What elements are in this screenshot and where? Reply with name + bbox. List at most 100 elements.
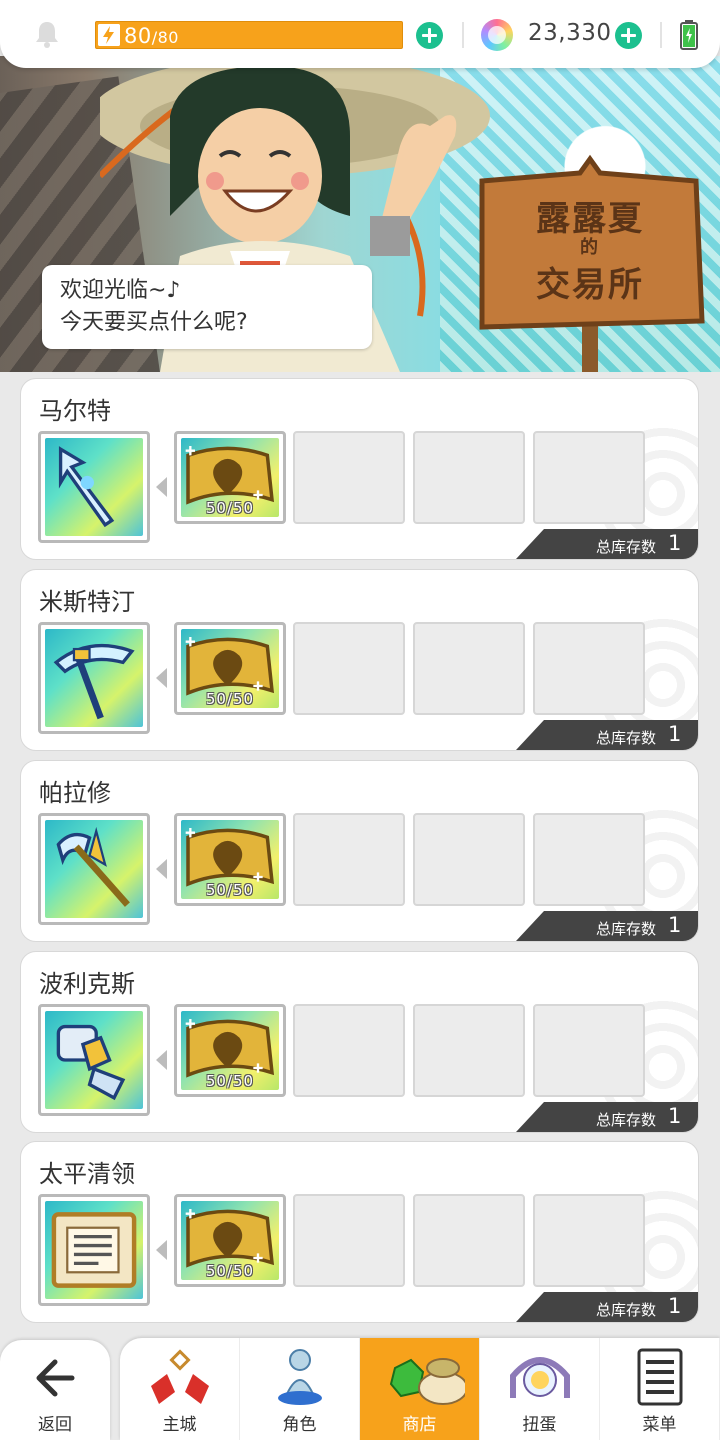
exchange-arrow-icon: [156, 859, 167, 879]
shop-item-card[interactable]: 米斯特汀 50/50 总库存数 1: [20, 569, 699, 751]
cost-item-art: 50/50: [181, 438, 279, 517]
shop-signboard: 露露夏 的 交易所: [470, 151, 710, 372]
empty-cost-slot: [533, 1004, 645, 1097]
reward-item-art: [45, 820, 143, 918]
shop-item-card[interactable]: 太平清领 50/50 总库存数 1: [20, 1141, 699, 1323]
speech-line-2: 今天要买点什么呢?: [60, 310, 248, 335]
stock-label: 总库存数: [596, 729, 657, 747]
nav-item-menu[interactable]: 菜单: [600, 1338, 720, 1440]
nav-item-main-city[interactable]: 主城: [120, 1338, 240, 1440]
axe-staff-icon: [56, 826, 130, 907]
castle-icon: [151, 1349, 209, 1404]
nav-label-menu: 菜单: [642, 1415, 677, 1435]
bell-icon[interactable]: [34, 20, 60, 48]
reward-item-slot[interactable]: [38, 1194, 150, 1306]
stamina-max: /80: [151, 28, 179, 47]
cost-count: 50/50: [205, 690, 255, 708]
nav-label-shop: 商店: [402, 1415, 437, 1435]
nav-item-shop[interactable]: 商店: [360, 1338, 480, 1440]
stock-value: 1: [668, 913, 682, 937]
item-name: 马尔特: [39, 397, 111, 425]
item-name: 帕拉修: [39, 779, 111, 807]
stock-label: 总库存数: [596, 1111, 657, 1129]
sign-title-line-3: 交易所: [536, 265, 644, 305]
exchange-arrow-icon: [156, 1050, 167, 1070]
stock-value: 1: [668, 1294, 682, 1318]
empty-cost-slot: [533, 622, 645, 715]
gauntlet-icon: [56, 1024, 126, 1101]
shopkeeper-speech-bubble: 欢迎光临~♪ 今天要买点什么呢?: [42, 265, 372, 349]
lightning-icon: [98, 24, 120, 46]
empty-cost-slot: [293, 1004, 405, 1097]
add-stamina-button[interactable]: [416, 22, 443, 49]
shop-banner: 欢迎光临~♪ 今天要买点什么呢? 露露夏 的 交易所: [0, 56, 720, 372]
reward-item-slot[interactable]: [38, 1004, 150, 1116]
cost-count: 50/50: [205, 881, 255, 899]
reward-item-slot[interactable]: [38, 813, 150, 925]
empty-cost-slot: [413, 813, 525, 906]
gem-count: 23,330: [528, 20, 612, 46]
stamina-current: 80: [124, 24, 152, 48]
cost-item-art: 50/50: [181, 629, 279, 708]
scroll-icon: [51, 1212, 137, 1288]
exchange-arrow-icon: [156, 1240, 167, 1260]
battery-icon: [680, 20, 698, 50]
top-status-bar: 80/80 23,330: [0, 0, 720, 68]
divider: [660, 22, 662, 48]
reward-item-art: [45, 629, 143, 727]
item-name: 米斯特汀: [39, 588, 135, 616]
spear-icon: [58, 446, 115, 528]
nav-label-gacha: 扭蛋: [522, 1415, 557, 1435]
stamina-bar: 80/80: [95, 21, 403, 49]
cost-item-art: 50/50: [181, 1201, 279, 1280]
reward-item-slot[interactable]: [38, 622, 150, 734]
empty-cost-slot: [293, 431, 405, 524]
item-name: 太平清领: [39, 1160, 135, 1188]
empty-cost-slot: [293, 1194, 405, 1287]
empty-cost-slot: [293, 622, 405, 715]
empty-cost-slot: [413, 1004, 525, 1097]
cost-item-art: 50/50: [181, 1011, 279, 1090]
empty-cost-slot: [533, 813, 645, 906]
back-button[interactable]: 返回: [0, 1340, 110, 1440]
stock-label: 总库存数: [596, 920, 657, 938]
cost-count: 50/50: [205, 1262, 255, 1280]
reward-item-art: [45, 1201, 143, 1299]
reward-item-art: [45, 438, 143, 536]
menu-list-icon: [637, 1348, 683, 1406]
shop-icon: [389, 1358, 465, 1405]
back-label: 返回: [38, 1415, 72, 1435]
cost-count: 50/50: [205, 1072, 255, 1090]
shop-item-card[interactable]: 马尔特 50/50 总库存数 1: [20, 378, 699, 560]
bottom-navigation: 主城 角色 商店 扭蛋 菜单: [120, 1338, 720, 1440]
exchange-arrow-icon: [156, 477, 167, 497]
empty-cost-slot: [413, 1194, 525, 1287]
nav-label-main-city: 主城: [162, 1415, 197, 1435]
cost-item-slot[interactable]: 50/50: [174, 1194, 286, 1287]
empty-cost-slot: [413, 622, 525, 715]
cost-count: 50/50: [205, 499, 255, 517]
cost-item-slot[interactable]: 50/50: [174, 813, 286, 906]
stock-badge: 总库存数 1: [516, 1292, 698, 1322]
empty-cost-slot: [293, 813, 405, 906]
stock-badge: 总库存数 1: [516, 529, 698, 559]
reward-item-slot[interactable]: [38, 431, 150, 543]
exchange-arrow-icon: [156, 668, 167, 688]
gacha-icon: [510, 1357, 570, 1398]
shop-item-card[interactable]: 波利克斯 50/50 总库存数 1: [20, 951, 699, 1133]
cost-item-slot[interactable]: 50/50: [174, 431, 286, 524]
nav-item-gacha[interactable]: 扭蛋: [480, 1338, 600, 1440]
arrow-left-icon: [36, 1359, 75, 1397]
add-gem-button[interactable]: [615, 22, 642, 49]
stock-label: 总库存数: [596, 1301, 657, 1319]
stock-value: 1: [668, 1104, 682, 1128]
empty-cost-slot: [533, 431, 645, 524]
stock-badge: 总库存数 1: [516, 1102, 698, 1132]
cost-item-slot[interactable]: 50/50: [174, 1004, 286, 1097]
crossbow-icon: [53, 643, 135, 720]
reward-item-art: [45, 1011, 143, 1109]
cost-item-slot[interactable]: 50/50: [174, 622, 286, 715]
stamina-value: 80/80: [124, 23, 179, 51]
nav-item-character[interactable]: 角色: [240, 1338, 360, 1440]
shop-item-card[interactable]: 帕拉修 50/50 总库存数 1: [20, 760, 699, 942]
